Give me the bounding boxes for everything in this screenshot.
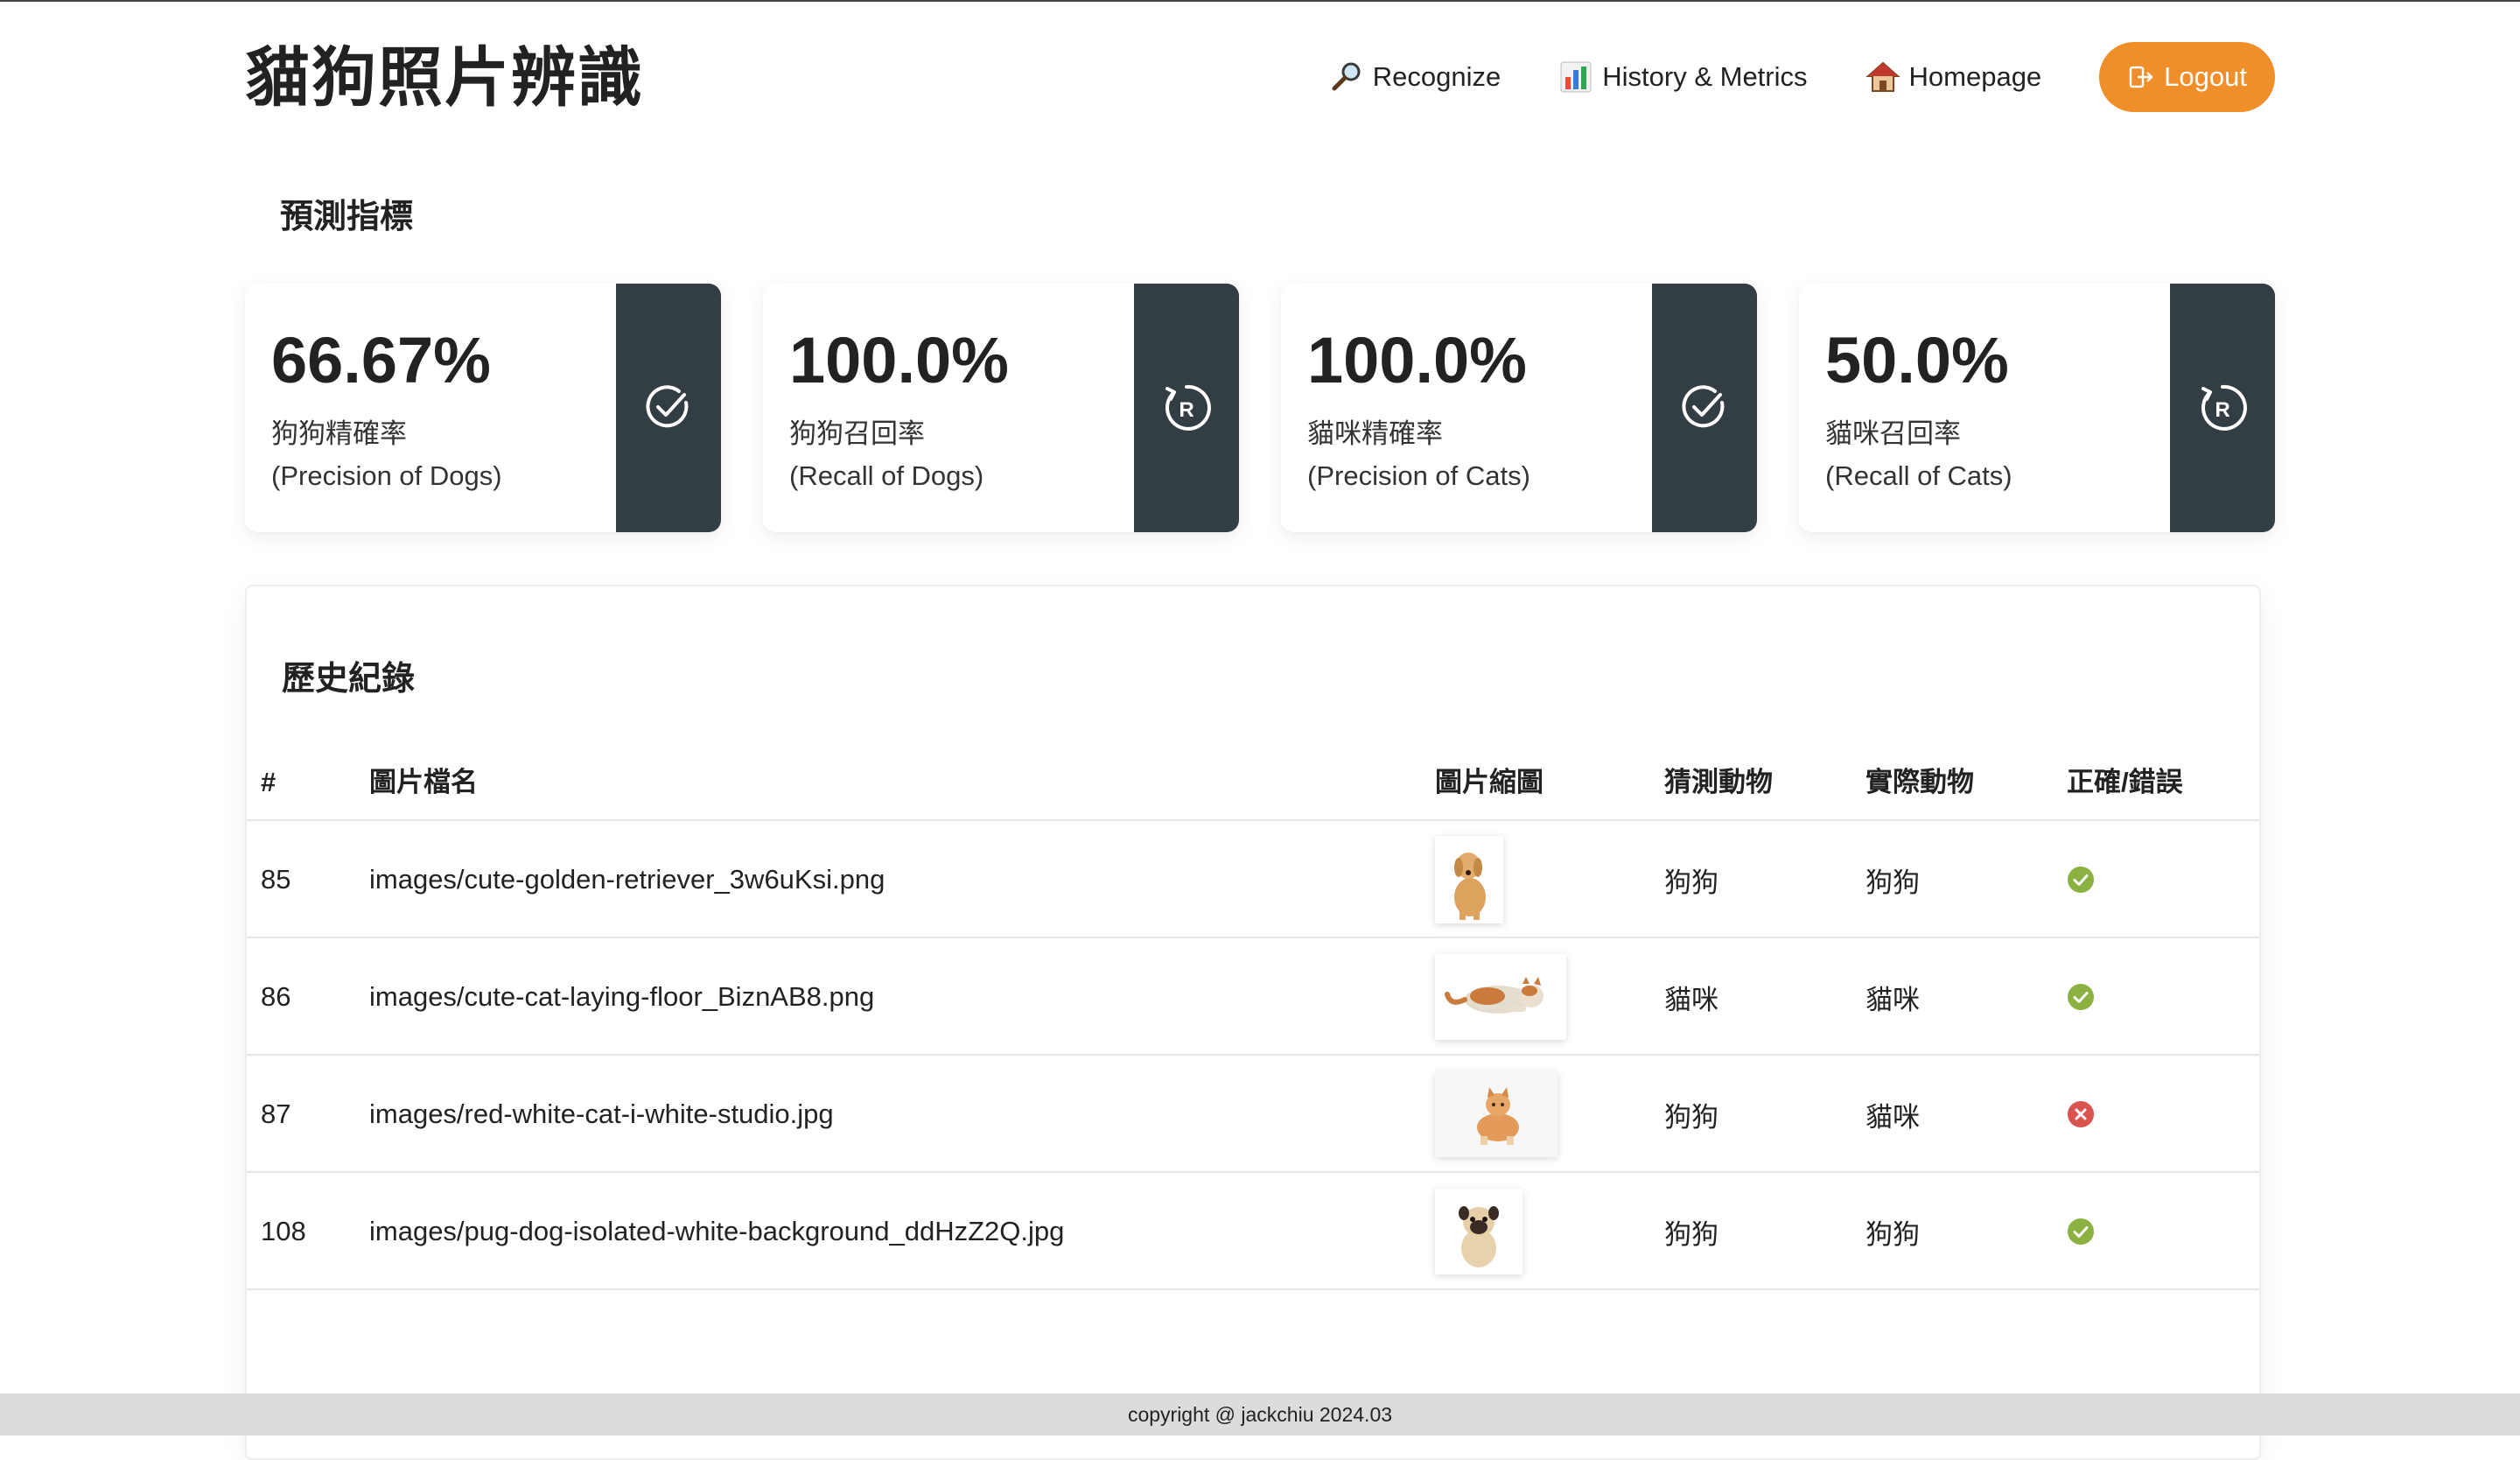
logout-icon — [2129, 66, 2153, 88]
row-actual: 貓咪 — [1866, 984, 1920, 1015]
row-predicted: 狗狗 — [1664, 867, 1718, 898]
house-icon — [1865, 61, 1900, 92]
row-id: 108 — [261, 1216, 306, 1246]
recall-icon: R — [1165, 384, 1211, 431]
row-status — [2067, 1173, 2095, 1290]
table-row: 85 images/cute-golden-retriever_3w6uKsi.… — [247, 821, 2259, 938]
metric-icon-panel: R — [1134, 284, 1239, 532]
row-id: 85 — [261, 864, 291, 895]
table-row: 108 images/pug-dog-isolated-white-backgr… — [247, 1173, 2259, 1290]
recall-icon: R — [2201, 384, 2247, 431]
metric-sublabel: (Recall of Cats) — [1825, 460, 2012, 491]
metric-card-dog-precision: 66.67% 狗狗精確率 (Precision of Dogs) — [245, 284, 721, 532]
incorrect-x-icon — [2068, 1101, 2094, 1127]
col-header-num: # — [261, 767, 276, 797]
header: 貓狗照片辨識 Recognize History & Metrics Homep… — [245, 35, 2275, 123]
nav-recognize[interactable]: Recognize — [1329, 60, 1501, 95]
col-header-correct: 正確/錯誤 — [2067, 767, 2183, 797]
row-predicted: 貓咪 — [1664, 984, 1718, 1015]
table-row: 86 images/cute-cat-laying-floor_BiznAB8.… — [247, 938, 2259, 1056]
row-id: 86 — [261, 981, 291, 1012]
bar-chart-icon — [1560, 61, 1592, 93]
logout-label: Logout — [2164, 61, 2247, 92]
metric-value: 50.0% — [1825, 324, 2009, 397]
metric-card-cat-recall: 50.0% 貓咪召回率 (Recall of Cats) R — [1799, 284, 2275, 532]
row-thumbnail[interactable] — [1435, 1056, 1558, 1173]
col-header-predicted: 猜測動物 — [1664, 767, 1773, 797]
row-id: 87 — [261, 1099, 291, 1129]
row-predicted: 狗狗 — [1664, 1101, 1718, 1133]
metric-card-dog-recall: 100.0% 狗狗召回率 (Recall of Dogs) R — [763, 284, 1239, 532]
nav-homepage[interactable]: Homepage — [1865, 60, 2042, 95]
nav-recognize-label: Recognize — [1372, 61, 1502, 92]
cat-laying-thumbnail — [1435, 954, 1566, 1040]
nav-history-label: History & Metrics — [1602, 61, 1808, 92]
check-circle-icon — [1682, 385, 1725, 428]
metric-sublabel: (Precision of Cats) — [1307, 460, 1530, 491]
row-filename: images/cute-cat-laying-floor_BiznAB8.png — [369, 981, 875, 1012]
col-header-actual: 實際動物 — [1866, 767, 1974, 797]
metric-value: 100.0% — [1307, 324, 1527, 397]
nav-homepage-label: Homepage — [1908, 61, 2042, 92]
metric-icon-panel — [1652, 284, 1757, 532]
row-status — [2067, 938, 2095, 1056]
metric-value: 100.0% — [789, 324, 1009, 397]
row-actual: 狗狗 — [1866, 1218, 1920, 1250]
metric-sublabel: (Recall of Dogs) — [789, 460, 984, 491]
metric-sublabel: (Precision of Dogs) — [271, 460, 502, 491]
correct-check-icon — [2068, 867, 2094, 893]
history-table: # 圖片檔名 圖片縮圖 猜測動物 實際動物 正確/錯誤 85 images/cu… — [247, 744, 2259, 1290]
metrics-cards: 66.67% 狗狗精確率 (Precision of Dogs) 100.0% … — [245, 284, 2275, 532]
magnifier-icon — [1332, 62, 1361, 91]
row-thumbnail[interactable] — [1435, 1173, 1522, 1290]
red-white-cat-thumbnail — [1435, 1071, 1558, 1157]
row-actual: 貓咪 — [1866, 1101, 1920, 1133]
nav-bar: Recognize History & Metrics Homepage Log… — [1329, 42, 2275, 112]
col-header-thumb: 圖片縮圖 — [1435, 767, 1544, 797]
metric-label: 狗狗召回率 — [789, 418, 925, 449]
logout-button[interactable]: Logout — [2099, 42, 2275, 112]
col-header-file: 圖片檔名 — [369, 767, 478, 797]
history-title: 歷史紀錄 — [282, 661, 416, 698]
copyright-text: copyright @ jackchiu 2024.03 — [1127, 1403, 1393, 1426]
nav-history[interactable]: History & Metrics — [1558, 60, 1808, 95]
app-title: 貓狗照片辨識 — [245, 41, 644, 114]
history-panel: 歷史紀錄 # 圖片檔名 圖片縮圖 猜測動物 實際動物 正確/錯誤 85 imag… — [245, 585, 2261, 1460]
row-thumbnail[interactable] — [1435, 821, 1503, 938]
metric-label: 狗狗精確率 — [271, 418, 407, 449]
golden-retriever-thumbnail — [1435, 836, 1503, 923]
top-border-line — [0, 0, 2520, 2]
metrics-title: 預測指標 — [280, 199, 414, 235]
svg-text:R: R — [2215, 398, 2230, 422]
row-filename: images/red-white-cat-i-white-studio.jpg — [369, 1099, 834, 1129]
row-predicted: 狗狗 — [1664, 1218, 1718, 1250]
row-filename: images/pug-dog-isolated-white-background… — [369, 1216, 1065, 1246]
table-row: 87 images/red-white-cat-i-white-studio.j… — [247, 1056, 2259, 1173]
row-actual: 狗狗 — [1866, 867, 1920, 898]
pug-dog-thumbnail — [1435, 1189, 1522, 1274]
correct-check-icon — [2068, 1218, 2094, 1245]
row-filename: images/cute-golden-retriever_3w6uKsi.png — [369, 864, 886, 895]
footer: copyright @ jackchiu 2024.03 — [0, 1393, 2520, 1435]
metric-label: 貓咪精確率 — [1307, 418, 1443, 449]
svg-text:R: R — [1179, 398, 1194, 422]
metric-label: 貓咪召回率 — [1825, 418, 1961, 449]
metric-icon-panel: R — [2170, 284, 2275, 532]
row-status — [2067, 1056, 2095, 1173]
metric-card-cat-precision: 100.0% 貓咪精確率 (Precision of Cats) — [1281, 284, 1757, 532]
correct-check-icon — [2068, 984, 2094, 1010]
table-header: # 圖片檔名 圖片縮圖 猜測動物 實際動物 正確/錯誤 — [247, 744, 2259, 821]
row-thumbnail[interactable] — [1435, 938, 1566, 1056]
metric-icon-panel — [616, 284, 721, 532]
row-status — [2067, 821, 2095, 938]
check-circle-icon — [646, 385, 689, 428]
metric-value: 66.67% — [271, 324, 491, 397]
